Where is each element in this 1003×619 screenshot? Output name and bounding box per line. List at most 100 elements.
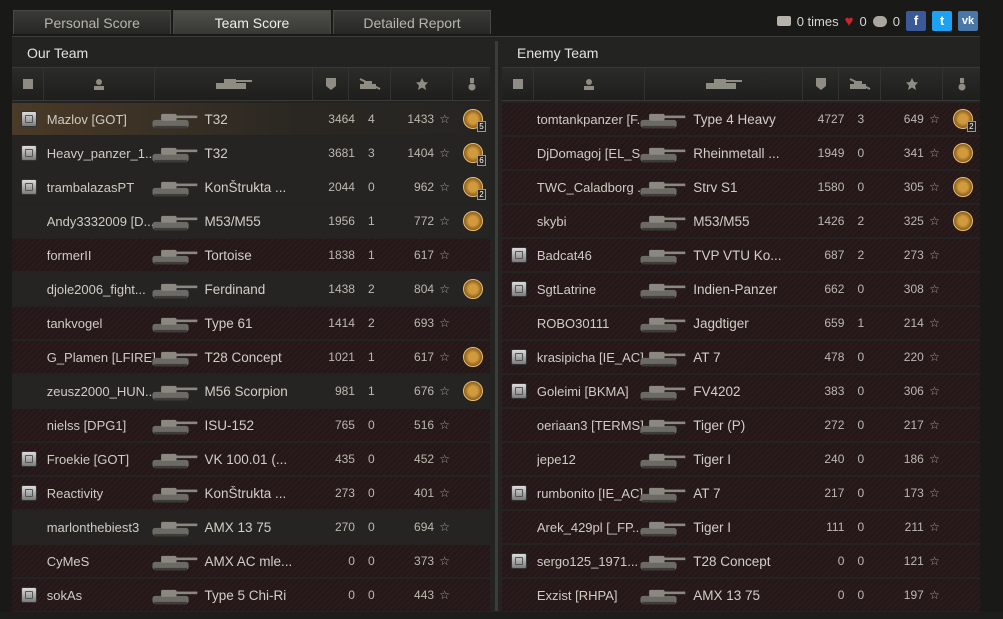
table-row[interactable]: Heavy_panzer_1... T32 3681 3 1404 ☆ 6 (12, 137, 490, 169)
table-row[interactable]: nielss [DPG1] ISU-152 765 0 516 ☆ (12, 409, 490, 441)
medal-icon[interactable] (943, 68, 980, 100)
rank-cell (502, 375, 537, 407)
medal-icon[interactable] (462, 279, 483, 299)
player-name[interactable]: skybi (537, 214, 649, 229)
tank-icon[interactable] (155, 68, 313, 100)
twitter-icon[interactable]: t (932, 11, 952, 31)
medal-icon[interactable] (462, 347, 483, 367)
kills-icon[interactable] (839, 68, 881, 100)
player-name[interactable]: tomtankpanzer [F... (537, 112, 649, 127)
player-name[interactable]: CyMeS (47, 554, 161, 569)
medal-icon[interactable]: 2 (462, 177, 486, 200)
player-name[interactable]: sergo125_1971... (537, 554, 649, 569)
comment-icon[interactable] (872, 15, 887, 27)
player-name[interactable]: Andy3332009 [D... (47, 214, 161, 229)
medal-icon[interactable] (952, 177, 973, 197)
table-row[interactable]: TWC_Caladborg ... Strv S1 1580 0 305 ☆ (502, 171, 980, 203)
table-row[interactable]: trambalazasPT KonŠtrukta ... 2044 0 962 ☆ 2 (12, 171, 490, 203)
damage-shield-icon[interactable] (313, 68, 349, 100)
medal-icon[interactable] (462, 381, 483, 401)
table-row[interactable]: ROBO30111 Jagdtiger 659 1 214 ☆ (502, 307, 980, 339)
table-row[interactable]: Reactivity KonŠtrukta ... 273 0 401 ☆ (12, 477, 490, 509)
player-name[interactable]: Froekie [GOT] (47, 452, 161, 467)
player-icon[interactable] (534, 68, 645, 100)
kills-icon[interactable] (349, 68, 391, 100)
player-name[interactable]: Goleimi [BKMA] (537, 384, 649, 399)
player-name[interactable]: Reactivity (47, 486, 161, 501)
table-row[interactable]: formerII Tortoise 1838 1 617 ☆ (12, 239, 490, 271)
table-row[interactable]: Froekie [GOT] VK 100.01 (... 435 0 452 ☆ (12, 443, 490, 475)
tank-icon[interactable] (645, 68, 803, 100)
star-icon: ☆ (929, 282, 940, 296)
medal-icon[interactable]: 5 (462, 109, 486, 132)
table-row[interactable]: tankvogel Type 61 1414 2 693 ☆ (12, 307, 490, 339)
table-row[interactable]: marlonthebiest3 AMX 13 75 270 0 694 ☆ (12, 511, 490, 543)
table-row[interactable]: CyMeS AMX AC mle... 0 0 373 ☆ (12, 545, 490, 577)
player-name[interactable]: rumbonito [IE_AC] (537, 486, 649, 501)
facebook-icon[interactable]: f (906, 11, 926, 31)
heart-icon[interactable]: ♥ (845, 13, 854, 30)
player-name[interactable]: SgtLatrine (537, 282, 649, 297)
player-name[interactable]: sokAs (47, 588, 161, 603)
table-row[interactable]: jepe12 Tiger I 240 0 186 ☆ (502, 443, 980, 475)
medal-icon[interactable]: 2 (952, 109, 976, 132)
table-row[interactable]: zeusz2000_HUN... M56 Scorpion 981 1 676 ☆ (12, 375, 490, 407)
table-row[interactable]: sokAs Type 5 Chi-Ri 0 0 443 ☆ (12, 579, 490, 611)
table-row[interactable]: Arek_429pl [_FP... Tiger I 111 0 211 ☆ (502, 511, 980, 543)
player-name[interactable]: G_Plamen [LFIRE] (47, 350, 161, 365)
tab-team-score[interactable]: Team Score (173, 10, 331, 34)
player-name[interactable]: TWC_Caladborg ... (537, 180, 649, 195)
table-row[interactable]: G_Plamen [LFIRE] T28 Concept 1021 1 617 ☆ (12, 341, 490, 373)
rank-icon[interactable] (12, 68, 44, 100)
player-name[interactable]: oeriaan3 [TERMS] (537, 418, 649, 433)
table-row[interactable]: Goleimi [BKMA] FV4202 383 0 306 ☆ (502, 375, 980, 407)
player-name[interactable]: DjDomagoj [EL_S... (537, 146, 649, 161)
table-row[interactable]: krasipicha [IE_AC] AT 7 478 0 220 ☆ (502, 341, 980, 373)
player-name[interactable]: ROBO30111 (537, 316, 649, 331)
table-row[interactable]: sergo125_1971... T28 Concept 0 0 121 ☆ (502, 545, 980, 577)
player-name[interactable]: formerII (47, 248, 161, 263)
player-name[interactable]: zeusz2000_HUN... (47, 384, 161, 399)
medal-icon[interactable] (462, 211, 483, 231)
table-row[interactable]: Andy3332009 [D... M53/M55 1956 1 772 ☆ (12, 205, 490, 237)
player-name[interactable]: jepe12 (537, 452, 649, 467)
damage-shield-icon[interactable] (803, 68, 839, 100)
player-name[interactable]: djole2006_fight... (47, 282, 161, 297)
rank-icon[interactable] (502, 68, 534, 100)
player-name[interactable]: Mazlov [GOT] (47, 112, 161, 127)
table-row[interactable]: Badcat46 TVP VTU Ko... 687 2 273 ☆ (502, 239, 980, 271)
table-row[interactable]: DjDomagoj [EL_S... Rheinmetall ... 1949 0 34… (502, 137, 980, 169)
player-name[interactable]: nielss [DPG1] (47, 418, 161, 433)
table-row[interactable]: Exzist [RHPA] AMX 13 75 0 0 197 ☆ (502, 579, 980, 611)
table-row[interactable]: skybi M53/M55 1426 2 325 ☆ (502, 205, 980, 237)
player-name[interactable]: krasipicha [IE_AC] (537, 350, 649, 365)
medal-icon[interactable] (952, 143, 973, 163)
table-row[interactable]: Mazlov [GOT] T32 3464 4 1433 ☆ 5 (12, 103, 490, 135)
player-name[interactable]: Arek_429pl [_FP... (537, 520, 649, 535)
experience-star-icon[interactable] (881, 68, 943, 100)
player-name[interactable]: Heavy_panzer_1... (47, 146, 161, 161)
medal-icon[interactable]: 6 (462, 143, 486, 166)
player-name[interactable]: Exzist [RHPA] (537, 588, 649, 603)
player-name[interactable]: tankvogel (47, 316, 161, 331)
player-name[interactable]: marlonthebiest3 (47, 520, 161, 535)
kills-value: 0 (857, 554, 865, 568)
table-row[interactable]: djole2006_fight... Ferdinand 1438 2 804 ☆ (12, 273, 490, 305)
medal-icon[interactable] (952, 211, 973, 231)
tab-detailed-report[interactable]: Detailed Report (333, 10, 491, 34)
experience-star-icon[interactable] (391, 68, 453, 100)
player-icon[interactable] (44, 68, 155, 100)
table-row[interactable]: rumbonito [IE_AC] AT 7 217 0 173 ☆ (502, 477, 980, 509)
rank-cell (502, 443, 537, 475)
kills-value: 1 (857, 316, 865, 330)
table-row[interactable]: tomtankpanzer [F... Type 4 Heavy 4727 3 649 ☆… (502, 103, 980, 135)
damage-value: 687 (824, 248, 845, 262)
tab-personal-score[interactable]: Personal Score (13, 10, 171, 34)
damage-value: 478 (824, 350, 845, 364)
medal-icon[interactable] (453, 68, 490, 100)
table-row[interactable]: oeriaan3 [TERMS] Tiger (P) 272 0 217 ☆ (502, 409, 980, 441)
table-row[interactable]: SgtLatrine Indien-Panzer 662 0 308 ☆ (502, 273, 980, 305)
vk-icon[interactable]: vk (958, 11, 978, 31)
player-name[interactable]: trambalazasPT (47, 180, 161, 195)
player-name[interactable]: Badcat46 (537, 248, 649, 263)
